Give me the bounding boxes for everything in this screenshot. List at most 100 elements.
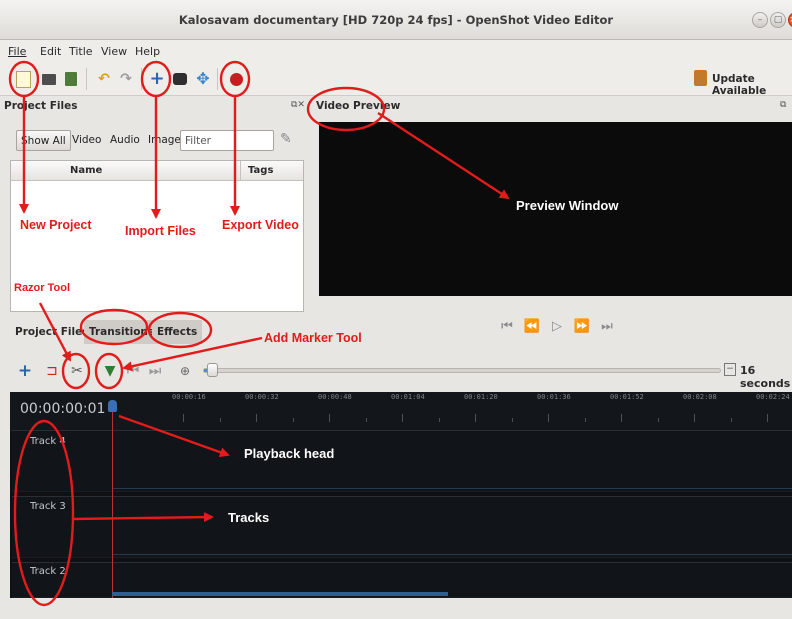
jump-start-icon[interactable]: ⏮ — [498, 319, 516, 335]
ruler-label: 00:00:48 — [318, 393, 352, 401]
ruler-tick — [365, 418, 367, 422]
annotation-preview-window: Preview Window — [516, 198, 619, 213]
ruler-tick — [219, 418, 221, 422]
menu-title[interactable]: Title — [69, 45, 93, 58]
annotation-playback-head: Playback head — [244, 446, 335, 461]
toolbar-separator — [217, 68, 218, 90]
update-available-button[interactable]: Update Available — [712, 73, 792, 97]
update-icon[interactable] — [694, 70, 707, 86]
ruler-label: 00:01:04 — [391, 393, 425, 401]
profile-icon[interactable] — [171, 70, 189, 88]
zoom-slider-handle[interactable] — [207, 363, 218, 377]
tab-transitions[interactable]: Transitions — [84, 320, 160, 344]
ruler-label: 00:00:32 — [245, 393, 279, 401]
track-label: Track 4 — [30, 436, 66, 447]
ruler-tick — [657, 418, 659, 422]
window-title: Kalosavam documentary [HD 720p 24 fps] -… — [178, 13, 614, 27]
timecode-display: 00:00:00:01 — [20, 401, 106, 417]
timeline-scrollbar[interactable] — [112, 592, 448, 596]
import-files-icon[interactable]: + — [148, 70, 166, 88]
ruler-tick — [584, 418, 586, 422]
dock-float-icon[interactable]: ⧉✕ — [291, 100, 305, 110]
filter-input[interactable] — [180, 130, 274, 151]
project-files-title: Project Files — [4, 100, 78, 112]
zoom-out-icon[interactable]: − — [724, 363, 736, 376]
redo-icon[interactable]: ↷ — [117, 70, 135, 88]
track-label: Track 3 — [30, 501, 66, 512]
annotation-razor-tool: Razor Tool — [14, 282, 71, 294]
window-titlebar: Kalosavam documentary [HD 720p 24 fps] -… — [0, 0, 792, 40]
annotation-import-files: Import Files — [125, 224, 196, 238]
play-icon[interactable]: ▷ — [548, 319, 566, 335]
video-preview-title: Video Preview — [316, 100, 401, 112]
filter-video[interactable]: Video — [68, 130, 105, 151]
ruler-label: 00:01:36 — [537, 393, 571, 401]
fast-forward-icon[interactable]: ⏩ — [573, 319, 591, 335]
tab-project-files[interactable]: Project Files — [10, 320, 94, 344]
save-project-icon[interactable] — [62, 70, 80, 88]
zoom-level-label: 16 seconds — [740, 364, 791, 390]
annotation-new-project: New Project — [20, 218, 92, 232]
status-bar — [0, 598, 792, 619]
ruler-tick — [548, 414, 549, 422]
ruler-tick — [292, 418, 294, 422]
previous-marker-icon[interactable]: ⏮ — [124, 362, 142, 380]
filter-show-all[interactable]: Show All — [16, 130, 71, 151]
ruler-tick — [183, 414, 184, 422]
ruler-label: 00:00:16 — [172, 393, 206, 401]
snapping-icon[interactable]: ⊐ — [43, 362, 61, 380]
ruler-tick — [694, 414, 695, 422]
toolbar-separator — [86, 68, 87, 90]
column-divider — [240, 161, 241, 181]
clear-filter-icon[interactable]: ✎ — [280, 131, 292, 147]
track-divider — [112, 554, 792, 555]
export-video-icon[interactable] — [227, 70, 245, 88]
ruler-tick — [329, 414, 330, 422]
menu-edit[interactable]: Edit — [40, 45, 61, 58]
ruler-label: 00:01:52 — [610, 393, 644, 401]
playback-head[interactable] — [112, 400, 113, 598]
ruler-label: 00:02:24 — [756, 393, 790, 401]
annotation-tracks: Tracks — [228, 510, 270, 525]
open-project-icon[interactable] — [40, 70, 58, 88]
ruler-tick — [621, 414, 622, 422]
tab-effects[interactable]: Effects — [152, 320, 203, 344]
new-project-icon[interactable] — [16, 71, 31, 88]
rewind-icon[interactable]: ⏪ — [523, 319, 541, 335]
ruler-tick — [438, 418, 440, 422]
menu-view[interactable]: View — [101, 45, 127, 58]
annotation-export-video: Export Video — [222, 218, 299, 232]
column-tags[interactable]: Tags — [248, 165, 273, 176]
fullscreen-icon[interactable]: ✥ — [194, 70, 212, 88]
razor-tool-icon[interactable]: ✂ — [68, 362, 86, 380]
toolbar-separator — [141, 68, 142, 90]
menu-help[interactable]: Help — [135, 45, 160, 58]
track-label: Track 2 — [30, 566, 66, 577]
ruler-tick — [730, 418, 732, 422]
ruler-tick — [256, 414, 257, 422]
maximize-button[interactable]: ▢ — [770, 12, 786, 28]
next-marker-icon[interactable]: ⏭ — [146, 362, 164, 380]
ruler-label: 00:02:08 — [683, 393, 717, 401]
add-track-icon[interactable]: + — [16, 362, 34, 380]
dock-float-icon[interactable]: ⧉ — [780, 100, 786, 110]
filter-audio[interactable]: Audio — [106, 130, 144, 151]
column-name[interactable]: Name — [70, 165, 102, 176]
ruler-label: 00:01:20 — [464, 393, 498, 401]
ruler-tick — [767, 414, 768, 422]
ruler-tick — [511, 418, 513, 422]
playback-head-knob[interactable] — [108, 400, 117, 412]
track-row[interactable] — [12, 496, 792, 558]
undo-icon[interactable]: ↶ — [95, 70, 113, 88]
ruler-tick — [475, 414, 476, 422]
jump-end-icon[interactable]: ⏭ — [598, 319, 616, 335]
track-row[interactable] — [12, 430, 792, 492]
track-divider — [112, 488, 792, 489]
zoom-in-icon[interactable]: ⊕ — [176, 362, 194, 380]
add-marker-icon[interactable]: ▼ — [101, 362, 119, 380]
zoom-slider-track[interactable] — [203, 368, 721, 373]
filter-image[interactable]: Image — [144, 130, 185, 151]
menu-file[interactable]: File — [8, 45, 26, 58]
minimize-button[interactable]: – — [752, 12, 768, 28]
annotation-add-marker-tool: Add Marker Tool — [264, 331, 362, 345]
